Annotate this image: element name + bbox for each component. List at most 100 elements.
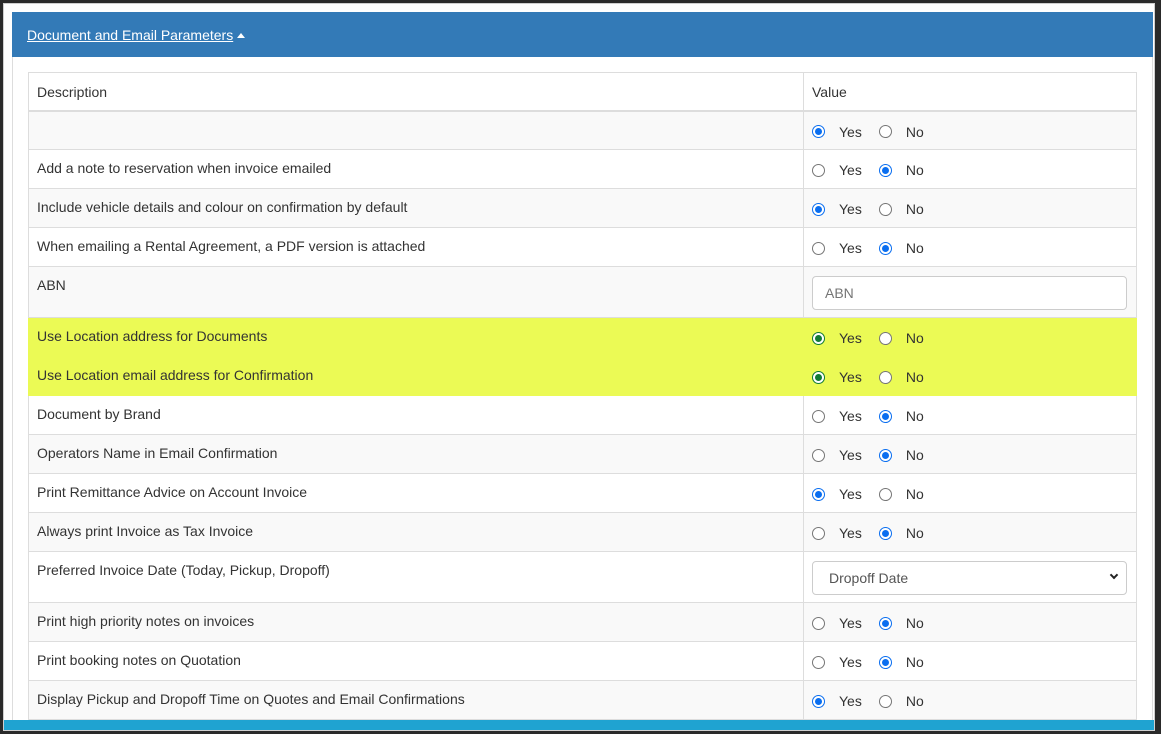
radio-option-no[interactable]: No <box>878 330 924 346</box>
radio-option-no[interactable]: No <box>878 486 924 502</box>
table-row: Add a note to reservation when invoice e… <box>28 149 1137 189</box>
radio-selected-icon[interactable] <box>812 125 825 138</box>
row-value-cell: Yes No <box>803 227 1137 267</box>
radio-option-no[interactable]: No <box>878 654 924 670</box>
radio-selected-icon[interactable] <box>878 655 892 669</box>
radio-option-no[interactable]: No <box>878 615 924 631</box>
panel-toggle-link[interactable]: Document and Email Parameters <box>27 27 246 43</box>
radio-unselected-icon[interactable] <box>878 694 892 708</box>
row-description: When emailing a Rental Agreement, a PDF … <box>28 227 804 267</box>
radio-unselected-icon[interactable] <box>812 241 825 255</box>
radio-selected-icon[interactable] <box>878 163 892 177</box>
row-value-cell: Dropoff Date <box>803 551 1137 603</box>
radio-option-yes[interactable]: Yes <box>812 615 862 631</box>
row-description: Use Location address for Documents <box>28 317 804 357</box>
radio-option-yes[interactable]: Yes <box>812 124 862 140</box>
radio-label-no: No <box>905 615 924 631</box>
row-description: Document by Brand <box>28 395 804 435</box>
radio-selected-icon[interactable] <box>812 202 825 216</box>
parameters-table: Description Value Yes No Add a note to res… <box>28 72 1137 720</box>
radio-option-yes[interactable]: Yes <box>812 240 862 256</box>
yes-no-radio-group: Yes No <box>812 160 1128 178</box>
yes-no-radio-group: Yes No <box>812 691 1128 709</box>
table-row: Always print Invoice as Tax Invoice Yes No <box>28 512 1137 552</box>
radio-label-no: No <box>905 693 924 709</box>
row-description: Display Pickup and Dropoff Time on Quote… <box>28 680 804 720</box>
radio-unselected-icon[interactable] <box>878 487 892 501</box>
radio-label-yes: Yes <box>839 525 862 541</box>
row-description: Print high priority notes on invoices <box>28 602 804 642</box>
radio-option-no[interactable]: No <box>878 162 924 178</box>
radio-label-yes: Yes <box>839 123 862 140</box>
radio-label-no: No <box>905 525 924 541</box>
radio-label-no: No <box>905 330 924 346</box>
yes-no-radio-group: Yes No <box>812 523 1128 541</box>
yes-no-radio-group: Yes No <box>812 406 1128 424</box>
radio-label-yes: Yes <box>839 486 862 502</box>
radio-unselected-icon[interactable] <box>878 125 892 138</box>
radio-label-yes: Yes <box>839 201 862 217</box>
radio-unselected-icon[interactable] <box>812 616 825 630</box>
abn-input[interactable] <box>812 276 1127 310</box>
radio-option-yes[interactable]: Yes <box>812 408 862 424</box>
radio-option-yes[interactable]: Yes <box>812 330 862 346</box>
radio-option-yes[interactable]: Yes <box>812 654 862 670</box>
invoice-date-select[interactable]: Dropoff Date <box>812 561 1127 595</box>
row-value-cell: Yes No <box>803 395 1137 435</box>
table-row: Use Location address for Documents Yes No <box>28 317 1137 357</box>
radio-unselected-icon[interactable] <box>812 163 825 177</box>
radio-unselected-icon[interactable] <box>878 202 892 216</box>
radio-unselected-icon[interactable] <box>812 448 825 462</box>
panel-heading: Document and Email Parameters <box>12 12 1153 57</box>
yes-no-radio-group: Yes No <box>812 445 1128 463</box>
radio-selected-icon[interactable] <box>812 487 825 501</box>
radio-selected-icon[interactable] <box>878 526 892 540</box>
radio-unselected-icon[interactable] <box>878 370 892 384</box>
radio-unselected-icon[interactable] <box>878 331 892 345</box>
radio-label-no: No <box>905 654 924 670</box>
row-description: Print booking notes on Quotation <box>28 641 804 681</box>
radio-unselected-icon[interactable] <box>812 655 825 669</box>
radio-option-yes[interactable]: Yes <box>812 486 862 502</box>
radio-unselected-icon[interactable] <box>812 409 825 423</box>
radio-option-no[interactable]: No <box>878 525 924 541</box>
radio-selected-icon[interactable] <box>812 370 825 384</box>
radio-selected-icon[interactable] <box>878 448 892 462</box>
radio-option-yes[interactable]: Yes <box>812 525 862 541</box>
table-row: When emailing a Rental Agreement, a PDF … <box>28 227 1137 267</box>
radio-option-yes[interactable]: Yes <box>812 447 862 463</box>
table-row: Include vehicle details and colour on co… <box>28 188 1137 228</box>
radio-label-yes: Yes <box>839 615 862 631</box>
table-row: Display Pickup and Dropoff Time on Quote… <box>28 680 1137 720</box>
column-header-description: Description <box>28 72 804 112</box>
radio-option-no[interactable]: No <box>878 201 924 217</box>
radio-unselected-icon[interactable] <box>812 526 825 540</box>
row-value-cell: Yes No <box>803 680 1137 720</box>
radio-option-yes[interactable]: Yes <box>812 693 862 709</box>
row-description <box>28 110 804 150</box>
radio-option-yes[interactable]: Yes <box>812 162 862 178</box>
radio-label-yes: Yes <box>839 369 862 385</box>
row-description: Include vehicle details and colour on co… <box>28 188 804 228</box>
radio-option-no[interactable]: No <box>878 693 924 709</box>
row-value-cell: Yes No <box>803 641 1137 681</box>
radio-label-no: No <box>905 369 924 385</box>
radio-option-no[interactable]: No <box>878 369 924 385</box>
radio-selected-icon[interactable] <box>812 331 825 345</box>
row-value-cell: Yes No <box>803 356 1137 396</box>
radio-option-no[interactable]: No <box>878 240 924 256</box>
radio-label-no: No <box>905 123 924 140</box>
radio-selected-icon[interactable] <box>878 616 892 630</box>
radio-option-yes[interactable]: Yes <box>812 369 862 385</box>
radio-selected-icon[interactable] <box>812 694 825 708</box>
radio-option-no[interactable]: No <box>878 408 924 424</box>
radio-selected-icon[interactable] <box>878 241 892 255</box>
radio-label-yes: Yes <box>839 693 862 709</box>
radio-option-no[interactable]: No <box>878 123 924 140</box>
column-header-value: Value <box>803 72 1137 112</box>
radio-option-no[interactable]: No <box>878 447 924 463</box>
radio-option-yes[interactable]: Yes <box>812 201 862 217</box>
row-description: Print Remittance Advice on Account Invoi… <box>28 473 804 513</box>
radio-selected-icon[interactable] <box>878 409 892 423</box>
row-value-cell: Yes No <box>803 512 1137 552</box>
